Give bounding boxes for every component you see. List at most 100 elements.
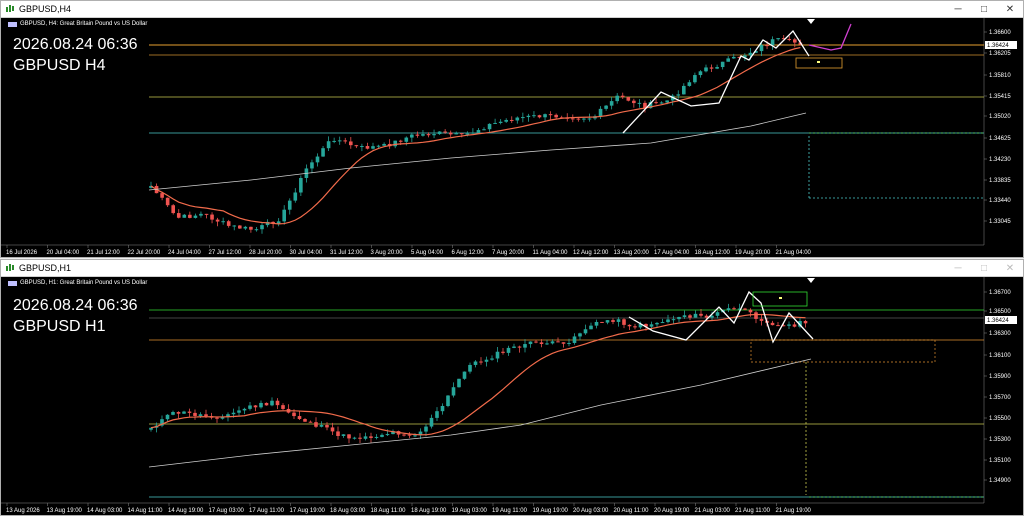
chart-window-h4[interactable]: GBPUSD,H4 ─ □ ✕ GBPUSD, H4: Great Britai…	[0, 0, 1024, 258]
candle-body	[671, 319, 676, 321]
window-titlebar[interactable]: GBPUSD,H1 ─ □ ✕	[1, 260, 1023, 277]
moving-average-fast	[150, 313, 806, 436]
time-tick-label: 3 Aug 20:00	[371, 250, 404, 256]
datetime-overlay: 2026.08.24 06:36 GBPUSD H1	[13, 295, 138, 337]
time-tick-label: 11 Aug 04:00	[533, 250, 569, 256]
candle-body	[792, 324, 797, 327]
candle-body	[171, 205, 175, 214]
close-button[interactable]: ✕	[997, 1, 1023, 18]
price-tick-label: 1.36500	[989, 309, 1011, 315]
overlay-datetime: 2026.08.24 06:36	[13, 297, 138, 314]
time-tick-label: 13 Aug 20:00	[614, 250, 650, 256]
candle-body	[609, 101, 614, 106]
candle-body	[676, 94, 681, 96]
candle-body	[720, 61, 725, 68]
candle-body	[506, 347, 511, 353]
price-chart-h4[interactable]: GBPUSD, H4: Great Britain Pound vs US Do…	[1, 18, 1023, 257]
candle-body	[578, 333, 582, 337]
candle-body	[571, 118, 575, 120]
candle-body	[308, 421, 313, 423]
candle-body	[299, 177, 303, 193]
time-tick-label: 17 Aug 03:00	[209, 508, 245, 514]
time-tick-label: 19 Aug 20:00	[735, 250, 771, 256]
candle-body	[165, 414, 170, 420]
candle-body	[215, 417, 219, 419]
candle-body	[539, 342, 544, 345]
candle-body	[598, 108, 603, 117]
maximize-button[interactable]: □	[971, 260, 997, 277]
candle-body	[582, 118, 586, 120]
window-title: GBPUSD,H1	[19, 263, 72, 273]
time-tick-label: 21 Aug 19:00	[776, 508, 812, 514]
chart-canvas[interactable]: 1.36700 1.36500 1.36300 1.36100 1.35900 1.357…	[1, 277, 1023, 515]
price-chart-h1[interactable]: GBPUSD, H1: Great Britain Pound vs US Do…	[1, 277, 1023, 515]
candle-body	[803, 320, 808, 324]
candle-body	[343, 140, 348, 142]
minimize-button[interactable]: ─	[945, 260, 971, 277]
candle-body	[660, 322, 665, 324]
chart-canvas[interactable]: 1.36600 1.36205 1.35810 1.35415 1.35020 1.346…	[1, 18, 1023, 257]
candle-body	[534, 341, 538, 343]
candle-body	[421, 134, 425, 136]
candle-body	[759, 318, 764, 321]
time-tick-label: 7 Aug 20:00	[492, 250, 525, 256]
candle-body	[548, 114, 553, 116]
time-tick-label: 20 Aug 03:00	[573, 508, 609, 514]
time-tick-label: 18 Aug 19:00	[411, 508, 447, 514]
chart-app-icon	[6, 5, 14, 12]
candle-body	[325, 425, 329, 428]
candle-body	[632, 100, 636, 104]
candle-body	[765, 45, 769, 47]
time-tick-label: 13 Aug 2026	[6, 508, 40, 514]
time-tick-label: 28 Jul 20:00	[249, 250, 282, 256]
candle-body	[677, 316, 681, 320]
time-tick-label: 6 Aug 12:00	[452, 250, 485, 256]
candle-body	[336, 431, 340, 436]
candle-body	[253, 405, 258, 408]
candle-body	[232, 225, 237, 227]
candle-body	[215, 219, 220, 222]
candle-body	[454, 133, 459, 135]
candle-body	[385, 434, 390, 436]
window-titlebar[interactable]: GBPUSD,H4 ─ □ ✕	[1, 1, 1023, 18]
close-button[interactable]: ✕	[997, 260, 1023, 277]
candle-body	[371, 146, 375, 149]
time-tick-label: 19 Aug 11:00	[492, 508, 528, 514]
time-tick-label: 21 Aug 11:00	[735, 508, 771, 514]
time-tick-label: 21 Aug 04:00	[776, 250, 812, 256]
candle-body	[176, 412, 181, 414]
minimize-button[interactable]: ─	[945, 1, 971, 18]
candle-body	[754, 312, 758, 319]
candle-body	[509, 119, 514, 121]
candle-body	[435, 411, 439, 418]
candle-body	[402, 434, 406, 436]
candle-body	[188, 214, 192, 218]
target-zone-box	[750, 339, 936, 363]
price-tick-label: 1.35020	[989, 114, 1011, 120]
candle-body	[429, 417, 434, 427]
candle-body	[554, 114, 558, 118]
candle-body	[451, 387, 456, 396]
candle-body	[743, 308, 747, 310]
candle-body	[407, 434, 412, 436]
chart-app-icon	[6, 264, 14, 271]
time-tick-label: 31 Jul 12:00	[330, 250, 363, 256]
moving-average-slow	[148, 358, 812, 468]
candle-body	[626, 97, 631, 101]
candle-body	[476, 130, 481, 133]
candle-body	[600, 321, 604, 323]
price-tick-label: 1.35700	[989, 395, 1011, 401]
candle-body	[649, 324, 654, 327]
chart-window-h1[interactable]: GBPUSD,H1 ─ □ ✕ GBPUSD, H1: Great Britai…	[0, 259, 1024, 516]
time-tick-label: 30 Jul 04:00	[290, 250, 323, 256]
maximize-button[interactable]: □	[971, 1, 997, 18]
candle-body	[398, 140, 403, 142]
candle-body	[249, 226, 253, 230]
candle-body	[654, 102, 658, 104]
price-tick-label: 1.34625	[989, 136, 1011, 142]
candle-body	[487, 123, 492, 130]
candle-body	[748, 309, 753, 313]
candle-body	[349, 141, 353, 146]
candle-body	[275, 400, 280, 406]
candle-body	[347, 434, 351, 439]
